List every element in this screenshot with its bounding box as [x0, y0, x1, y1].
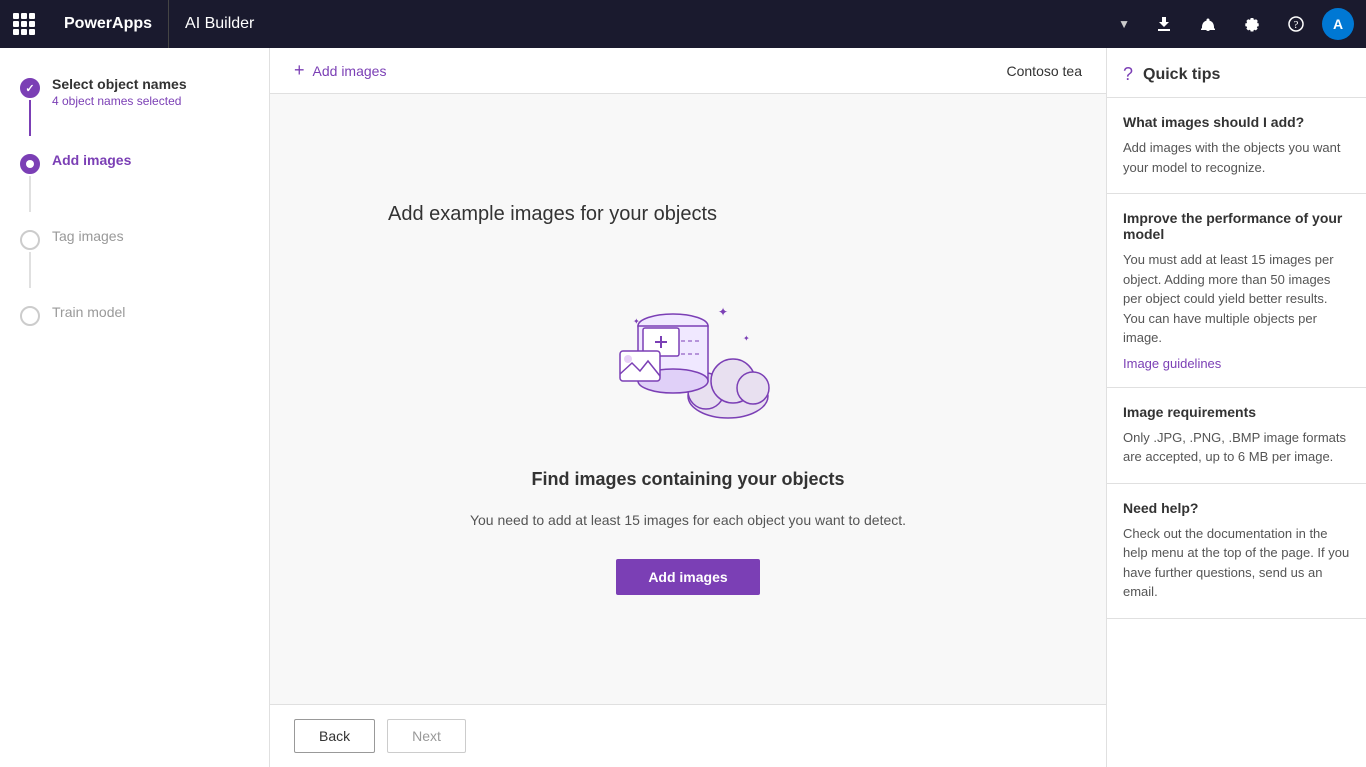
quick-tips-title: Quick tips: [1143, 66, 1220, 84]
tip-card-title-2: Image requirements: [1123, 404, 1350, 420]
step-train-model: Train model: [0, 296, 269, 334]
tip-card-title-3: Need help?: [1123, 500, 1350, 516]
waffle-grid: [13, 13, 35, 35]
tip-card-2: Image requirements Only .JPG, .PNG, .BMP…: [1107, 388, 1366, 484]
add-images-breadcrumb[interactable]: + Add images: [294, 60, 386, 81]
main-area: ✓ Select object names 4 object names sel…: [0, 48, 1366, 767]
tip-card-3: Need help? Check out the documentation i…: [1107, 484, 1366, 619]
svg-text:✦: ✦: [633, 317, 640, 326]
waffle-dot: [21, 13, 27, 19]
waffle-icon[interactable]: [0, 0, 48, 48]
content-body: Add example images for your objects: [270, 94, 1106, 704]
step-content-select: Select object names 4 object names selec…: [52, 76, 187, 108]
step-circle-completed: ✓: [20, 78, 40, 98]
step-title-add-images: Add images: [52, 152, 131, 168]
waffle-dot: [21, 21, 27, 27]
illustration: ✦ ✦ ✦: [588, 266, 788, 429]
waffle-dot: [29, 21, 35, 27]
step-circle-inactive-train: [20, 306, 40, 326]
waffle-dot: [29, 13, 35, 19]
right-panel: ? Quick tips What images should I add? A…: [1106, 48, 1366, 767]
find-images-title: Find images containing your objects: [531, 469, 844, 490]
step-content-add-images: Add images: [52, 152, 131, 168]
back-button[interactable]: Back: [294, 719, 375, 753]
waffle-dot: [13, 13, 19, 19]
next-button[interactable]: Next: [387, 719, 466, 753]
breadcrumb-add-label: Add images: [313, 63, 387, 79]
step-tag-images: Tag images: [0, 220, 269, 296]
contoso-label: Contoso tea: [1007, 63, 1083, 79]
content-footer: Back Next: [270, 704, 1106, 767]
content-area: + Add images Contoso tea Add example ima…: [270, 48, 1106, 767]
step-circle-active: [20, 154, 40, 174]
checkmark-icon: ✓: [25, 82, 34, 95]
help-button[interactable]: ?: [1278, 6, 1314, 42]
tip-card-title-1: Improve the performance of your model: [1123, 210, 1350, 242]
add-images-button[interactable]: Add images: [616, 559, 759, 595]
dropdown-icon[interactable]: ▼: [1110, 17, 1138, 31]
waffle-dot: [13, 21, 19, 27]
find-images-desc: You need to add at least 15 images for e…: [470, 510, 906, 531]
step-add-images[interactable]: Add images: [0, 144, 269, 220]
step-content-train: Train model: [52, 304, 125, 320]
svg-text:✦: ✦: [718, 305, 728, 319]
waffle-dot: [29, 29, 35, 35]
quick-tips-icon: ?: [1123, 64, 1133, 85]
tip-card-text-0: Add images with the objects you want you…: [1123, 138, 1350, 177]
tip-card-text-2: Only .JPG, .PNG, .BMP image formats are …: [1123, 428, 1350, 467]
plus-icon: +: [294, 60, 305, 81]
svg-text:?: ?: [1294, 19, 1299, 31]
main-content-card: Add example images for your objects: [388, 203, 988, 595]
waffle-dot: [21, 29, 27, 35]
user-avatar[interactable]: A: [1322, 8, 1354, 40]
page-title: Add example images for your objects: [388, 203, 717, 226]
step-title-select: Select object names: [52, 76, 187, 92]
tip-card-0: What images should I add? Add images wit…: [1107, 98, 1366, 194]
step-title-train: Train model: [52, 304, 125, 320]
sidebar: ✓ Select object names 4 object names sel…: [0, 48, 270, 767]
step-circle-inactive-tag: [20, 230, 40, 250]
settings-button[interactable]: [1234, 6, 1270, 42]
app-subtitle: AI Builder: [169, 0, 270, 48]
waffle-dot: [13, 29, 19, 35]
step-select-object-names[interactable]: ✓ Select object names 4 object names sel…: [0, 68, 269, 144]
download-button[interactable]: [1146, 6, 1182, 42]
tip-card-title-0: What images should I add?: [1123, 114, 1350, 130]
tip-card-text-3: Check out the documentation in the help …: [1123, 524, 1350, 602]
step-content-tag: Tag images: [52, 228, 124, 244]
top-nav: PowerApps AI Builder ▼ ? A: [0, 0, 1366, 48]
content-header: + Add images Contoso tea: [270, 48, 1106, 94]
tip-card-text-1: You must add at least 15 images per obje…: [1123, 250, 1350, 348]
nav-left: PowerApps AI Builder: [0, 0, 270, 48]
step-title-tag: Tag images: [52, 228, 124, 244]
image-guidelines-link[interactable]: Image guidelines: [1123, 356, 1221, 371]
svg-text:✦: ✦: [743, 334, 750, 343]
notifications-button[interactable]: [1190, 6, 1226, 42]
quick-tips-header: ? Quick tips: [1107, 48, 1366, 98]
app-title[interactable]: PowerApps: [48, 0, 169, 48]
nav-right: ▼ ? A: [1110, 6, 1366, 42]
step-dot-active: [26, 160, 34, 168]
step-subtitle-select: 4 object names selected: [52, 94, 187, 108]
tip-card-1: Improve the performance of your model Yo…: [1107, 194, 1366, 388]
